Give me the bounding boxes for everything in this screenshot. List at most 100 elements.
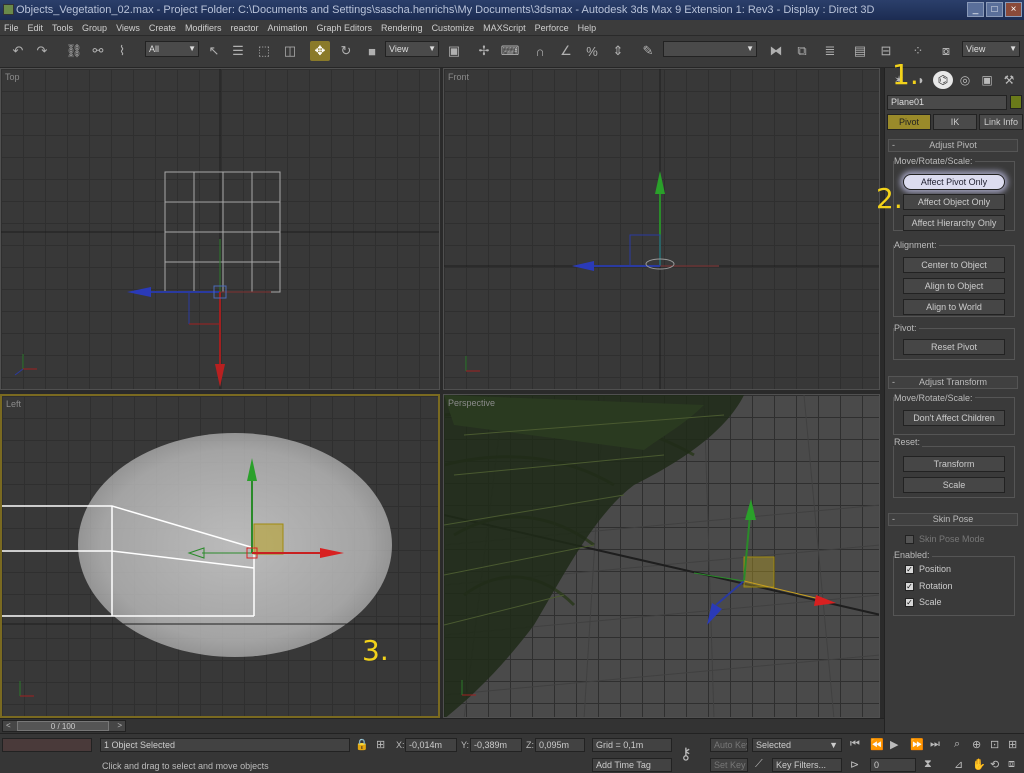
affect-hierarchy-only-button[interactable]: Affect Hierarchy Only [903, 215, 1005, 231]
tab-ik[interactable]: IK [933, 114, 977, 130]
menu-file[interactable]: File [4, 20, 19, 35]
pan-icon[interactable]: ✋ [972, 758, 986, 771]
menu-customize[interactable]: Customize [432, 20, 475, 35]
motion-icon[interactable]: ◎ [955, 71, 975, 89]
checkbox-box[interactable]: ✓ [905, 564, 914, 574]
align-to-object-button[interactable]: Align to Object [903, 278, 1005, 294]
edit-named-sel-icon[interactable]: ✎ [638, 41, 658, 61]
menu-modifiers[interactable]: Modifiers [185, 20, 222, 35]
menu-animation[interactable]: Animation [267, 20, 307, 35]
object-color-swatch[interactable] [1010, 95, 1022, 109]
close-button[interactable]: × [1005, 2, 1022, 17]
rollout-toggle[interactable]: - [892, 140, 895, 151]
maximize-button[interactable]: □ [986, 2, 1003, 17]
time-config-icon[interactable]: ⧗ [924, 758, 932, 771]
next-frame-icon[interactable]: ⏩ [910, 738, 924, 751]
viewport-perspective[interactable]: Perspective [443, 394, 880, 718]
curve-editor-icon[interactable]: ▤ [850, 41, 870, 61]
checkbox-box[interactable]: ✓ [905, 597, 914, 607]
rollout-toggle[interactable]: - [892, 514, 895, 525]
menu-perforce[interactable]: Perforce [535, 20, 569, 35]
current-frame-field[interactable]: 0 [870, 758, 916, 772]
utilities-icon[interactable]: ⚒ [999, 71, 1019, 89]
zoom-extents-all-icon[interactable]: ⊞ [1008, 738, 1017, 751]
selection-filter-dropdown[interactable]: All ▼ [145, 41, 199, 57]
align-to-world-button[interactable]: Align to World [903, 299, 1005, 315]
position-checkbox[interactable]: ✓ Position [905, 564, 951, 574]
y-coordinate-field[interactable]: -0,389m [470, 738, 522, 752]
menu-rendering[interactable]: Rendering [381, 20, 423, 35]
menu-graph-editors[interactable]: Graph Editors [317, 20, 373, 35]
key-mode-dropdown[interactable]: Selected ▼ [752, 738, 842, 752]
dont-affect-children-button[interactable]: Don't Affect Children [903, 410, 1005, 426]
zoom-all-icon[interactable]: ⊕ [972, 738, 981, 751]
display-icon[interactable]: ▣ [977, 71, 997, 89]
hierarchy-icon[interactable]: ⌬ [933, 71, 953, 89]
layer-manager-icon[interactable]: ≣ [820, 41, 840, 61]
pivot-center-icon[interactable]: ▣ [444, 41, 464, 61]
menu-maxscript[interactable]: MAXScript [483, 20, 526, 35]
percent-snap-icon[interactable]: % [582, 41, 602, 61]
zoom-icon[interactable]: ⌕ [954, 738, 960, 751]
prev-frame-icon[interactable]: ⏪ [870, 738, 884, 751]
menu-help[interactable]: Help [578, 20, 597, 35]
adjust-pivot-rollout[interactable]: - Adjust Pivot [888, 139, 1018, 152]
add-time-tag-button[interactable]: Add Time Tag [592, 758, 672, 772]
center-to-object-button[interactable]: Center to Object [903, 257, 1005, 273]
maxscript-listener[interactable] [2, 738, 92, 752]
tab-link-info[interactable]: Link Info [979, 114, 1023, 130]
default-in-out-tangent-icon[interactable]: ⟋ [755, 758, 763, 771]
reset-transform-button[interactable]: Transform [903, 456, 1005, 472]
rotation-checkbox[interactable]: ✓ Rotation [905, 581, 953, 591]
skin-pose-mode-checkbox[interactable]: Skin Pose Mode [905, 534, 985, 544]
tab-pivot[interactable]: Pivot [887, 114, 931, 130]
minimize-button[interactable]: _ [967, 2, 984, 17]
viewport-left[interactable]: Left [0, 394, 440, 718]
viewport-front-label[interactable]: Front [448, 72, 469, 82]
window-crossing-icon[interactable]: ◫ [280, 41, 300, 61]
named-selection-dropdown[interactable]: ▼ [663, 41, 757, 57]
select-rotate-icon[interactable]: ↻ [336, 41, 356, 61]
viewport-top[interactable]: Top [0, 68, 440, 390]
unlink-icon[interactable]: ⚯ [88, 41, 108, 61]
menu-create[interactable]: Create [149, 20, 176, 35]
time-prev-button[interactable]: < [6, 721, 11, 731]
select-object-icon[interactable]: ↖ [204, 41, 224, 61]
select-scale-icon[interactable]: ■ [362, 41, 382, 61]
align-icon[interactable]: ⧉ [792, 41, 812, 61]
menu-group[interactable]: Group [82, 20, 107, 35]
maximize-viewport-icon[interactable]: ⧈ [1008, 758, 1015, 771]
z-coordinate-field[interactable]: 0,095m [535, 738, 585, 752]
viewport-top-label[interactable]: Top [5, 72, 20, 82]
spinner-snap-icon[interactable]: ⇕ [608, 41, 628, 61]
go-to-end-icon[interactable]: ⏭ [930, 738, 940, 751]
menu-edit[interactable]: Edit [28, 20, 44, 35]
time-slider[interactable]: < 0 / 100 > [2, 720, 126, 732]
reference-coord-dropdown[interactable]: View ▼ [385, 41, 439, 57]
viewport-front[interactable]: Front [443, 68, 880, 390]
field-of-view-icon[interactable]: ⊿ [954, 758, 963, 771]
lock-selection-icon[interactable]: 🔒 [355, 738, 369, 751]
bind-spacewarp-icon[interactable]: ⌇ [112, 41, 132, 61]
time-slider-thumb[interactable]: 0 / 100 [17, 721, 109, 731]
absolute-mode-icon[interactable]: ⊞ [376, 738, 385, 751]
rect-selection-icon[interactable]: ⬚ [254, 41, 274, 61]
time-next-button[interactable]: > [117, 721, 122, 731]
key-icon[interactable]: ⚷ [680, 744, 692, 764]
render-scene-icon[interactable]: ⧇ [936, 41, 956, 61]
zoom-extents-icon[interactable]: ⊡ [990, 738, 999, 751]
viewport-perspective-label[interactable]: Perspective [448, 398, 495, 408]
auto-key-button[interactable]: Auto Key [710, 738, 748, 752]
redo-icon[interactable]: ↷ [32, 41, 52, 61]
adjust-transform-rollout[interactable]: - Adjust Transform [888, 376, 1018, 389]
key-filters-button[interactable]: Key Filters... [772, 758, 842, 772]
affect-pivot-only-button[interactable]: Affect Pivot Only [903, 174, 1005, 190]
mirror-icon[interactable]: ⧓ [766, 41, 786, 61]
snap-icon[interactable]: ∩ [530, 41, 550, 61]
affect-object-only-button[interactable]: Affect Object Only [903, 194, 1005, 210]
render-type-dropdown[interactable]: View ▼ [962, 41, 1020, 57]
skin-pose-rollout[interactable]: - Skin Pose [888, 513, 1018, 526]
select-by-name-icon[interactable]: ☰ [228, 41, 248, 61]
checkbox-box[interactable]: ✓ [905, 581, 914, 591]
manipulate-icon[interactable]: ✢ [474, 41, 494, 61]
